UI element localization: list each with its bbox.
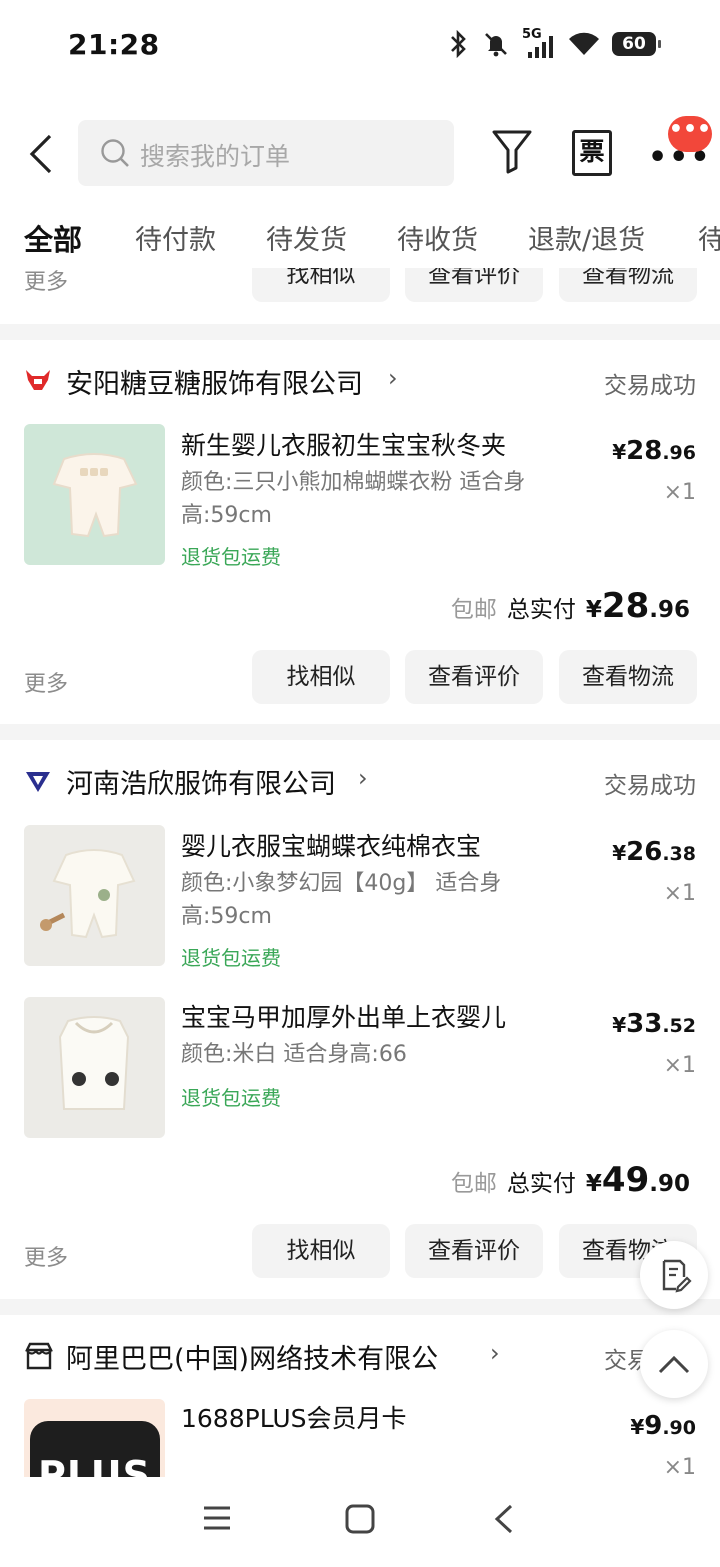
view-review-button[interactable]: 查看评价 [405, 1224, 543, 1278]
order-total-row: 包邮 总实付 ¥28.96 [451, 586, 690, 626]
invoice-button[interactable]: 票 [572, 130, 612, 176]
tab-pending-payment[interactable]: 待付款 [135, 218, 216, 257]
order-card: 阿里巴巴(中国)网络技术有限公 › 交易成功 PLUS 1688PLUS会员月卡… [0, 1315, 720, 1477]
message-badge[interactable]: ••• [668, 116, 712, 152]
signal-icon: 5G [522, 27, 556, 58]
home-icon[interactable] [344, 1503, 376, 1535]
tab-refund[interactable]: 退款/退货 [528, 218, 645, 257]
shop-logo-icon [26, 370, 50, 390]
order-total-row: 包邮 总实付 ¥49.90 [451, 1160, 690, 1200]
product-spec: 颜色:小象梦幻园【40g】 适合身高:59cm [181, 871, 502, 929]
menu-icon[interactable] [202, 1503, 232, 1533]
view-review-button[interactable]: 查看评价 [405, 650, 543, 704]
system-nav-bar [0, 1477, 720, 1567]
return-shipping-tag: 退货包运费 [181, 545, 281, 569]
order-tabs: 全部 待付款 待发货 待收货 退款/退货 待 [0, 212, 720, 268]
back-button[interactable] [22, 132, 62, 176]
header: 搜索我的订单 票 ••• ••• [0, 96, 720, 212]
order-card: 安阳糖豆糖服饰有限公司 › 交易成功 新生婴儿衣服初生宝宝秋冬夹 颜色:三只小熊… [0, 340, 720, 724]
shop-name[interactable]: 阿里巴巴(中国)网络技术有限公 [66, 1337, 438, 1376]
status-bar: 21:28 5G 60 [0, 0, 720, 96]
product-price: ¥26.38 [612, 837, 696, 867]
shop-name[interactable]: 安阳糖豆糖服饰有限公司 [66, 362, 363, 401]
more-link[interactable]: 更多 [24, 268, 68, 296]
tab-pending-receipt[interactable]: 待收货 [397, 218, 478, 257]
back-icon[interactable] [492, 1503, 516, 1535]
product-quantity: ×1 [663, 1053, 696, 1078]
product-thumbnail[interactable]: PLUS [24, 1399, 165, 1477]
battery-icon: 60 [612, 32, 661, 56]
product-spec: 颜色:三只小熊加棉蝴蝶衣粉 适合身高:59cm [181, 470, 526, 528]
product-price: ¥9.90 [630, 1411, 696, 1441]
filter-button[interactable] [490, 128, 534, 178]
search-placeholder: 搜索我的订单 [140, 142, 291, 171]
chevron-right-icon[interactable]: › [490, 1339, 500, 1367]
return-shipping-tag: 退货包运费 [181, 946, 281, 970]
search-input[interactable]: 搜索我的订单 [78, 120, 454, 186]
total-label: 总实付 [506, 1171, 576, 1197]
product-quantity: ×1 [663, 881, 696, 906]
order-status: 交易成功 [604, 373, 696, 399]
product-price: ¥33.52 [612, 1009, 696, 1039]
chevron-left-icon [29, 134, 52, 174]
product-thumbnail[interactable] [24, 424, 165, 565]
product-price: ¥28.96 [612, 436, 696, 466]
order-card: 河南浩欣服饰有限公司 › 交易成功 婴儿衣服宝蝴蝶衣纯棉衣宝 颜色:小象梦幻园【… [0, 740, 720, 1299]
filter-icon [492, 130, 532, 174]
status-time: 21:28 [68, 28, 160, 61]
bluetooth-icon [451, 30, 466, 58]
order-status: 交易成功 [604, 773, 696, 799]
tab-pending-review[interactable]: 待 [698, 218, 720, 257]
store-icon [25, 1342, 53, 1370]
shop-name[interactable]: 河南浩欣服饰有限公司 [66, 762, 336, 801]
product-title[interactable]: 宝宝马甲加厚外出单上衣婴儿 [181, 998, 561, 1034]
search-icon [101, 139, 129, 167]
product-thumbnail[interactable] [24, 825, 165, 966]
shop-logo-icon [26, 772, 50, 792]
edit-note-icon [662, 1259, 692, 1293]
total-price: ¥49.90 [585, 1160, 690, 1200]
find-similar-button[interactable]: 找相似 [252, 268, 390, 302]
product-title[interactable]: 新生婴儿衣服初生宝宝秋冬夹 [181, 426, 561, 462]
tab-pending-shipment[interactable]: 待发货 [266, 218, 347, 257]
order-card-partial: 更多 找相似 查看评价 查看物流 [0, 268, 720, 324]
chevron-up-icon [658, 1355, 690, 1374]
shipping-label: 包邮 [450, 1171, 497, 1197]
product-quantity: ×1 [663, 1455, 696, 1477]
product-spec: 颜色:米白 适合身高:66 [181, 1042, 407, 1067]
product-quantity: ×1 [663, 480, 696, 505]
product-thumbnail[interactable] [24, 997, 165, 1138]
status-icons: 5G 60 [446, 27, 661, 58]
product-title[interactable]: 婴儿衣服宝蝴蝶衣纯棉衣宝 [181, 827, 561, 863]
find-similar-button[interactable]: 找相似 [252, 1224, 390, 1278]
total-price: ¥28.96 [585, 586, 690, 626]
feedback-button[interactable] [640, 1241, 708, 1309]
total-label: 总实付 [506, 597, 576, 623]
product-title[interactable]: 1688PLUS会员月卡 [181, 1399, 561, 1435]
chevron-right-icon[interactable]: › [358, 764, 368, 792]
wifi-icon [569, 32, 599, 55]
more-link[interactable]: 更多 [24, 1240, 68, 1272]
find-similar-button[interactable]: 找相似 [252, 650, 390, 704]
shipping-label: 包邮 [450, 597, 497, 623]
view-logistics-button[interactable]: 查看物流 [559, 650, 697, 704]
return-shipping-tag: 退货包运费 [181, 1086, 281, 1110]
plus-logo: PLUS [38, 1453, 151, 1477]
view-logistics-button[interactable]: 查看物流 [559, 268, 697, 302]
mute-bell-icon [485, 33, 507, 57]
scroll-top-button[interactable] [640, 1330, 708, 1398]
tab-all[interactable]: 全部 [24, 217, 82, 259]
order-list[interactable]: 更多 找相似 查看评价 查看物流 安阳糖豆糖服饰有限公司 › 交易成功 新生婴儿… [0, 268, 720, 1477]
chevron-right-icon[interactable]: › [388, 364, 398, 392]
more-link[interactable]: 更多 [24, 666, 68, 698]
view-review-button[interactable]: 查看评价 [405, 268, 543, 302]
